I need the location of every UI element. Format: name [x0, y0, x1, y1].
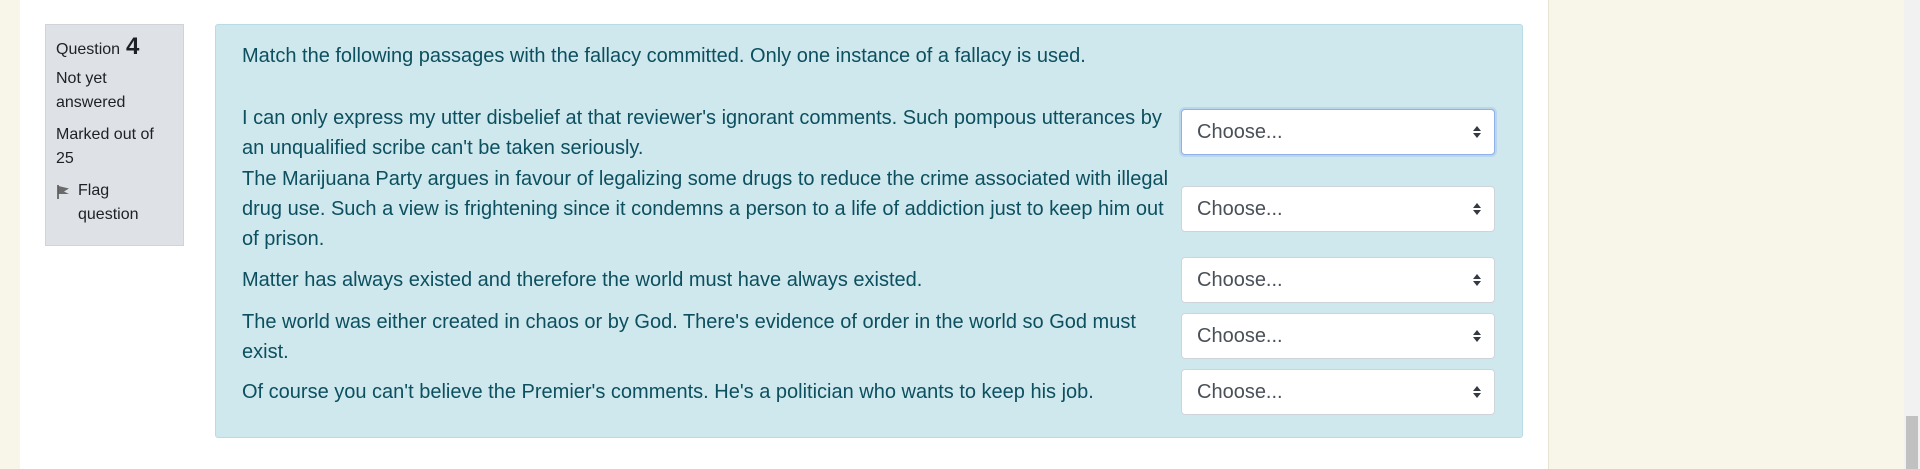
- fallacy-select[interactable]: Choose...: [1181, 109, 1495, 155]
- match-stem: The Marijuana Party argues in favour of …: [242, 168, 1169, 250]
- sort-caret-icon: [1473, 386, 1481, 398]
- select-value: Choose...: [1197, 325, 1283, 347]
- question-number-line: Question 4: [56, 33, 173, 61]
- question-prompt: Match the following passages with the fa…: [242, 45, 1086, 67]
- main-content-panel: Question 4 Not yet answered Marked out o…: [20, 0, 1549, 469]
- flag-question-label: Flag question: [78, 182, 139, 223]
- sort-caret-icon: [1473, 203, 1481, 215]
- match-stem: I can only express my utter disbelief at…: [242, 107, 1162, 159]
- sort-caret-icon: [1473, 330, 1481, 342]
- select-value: Choose...: [1197, 121, 1283, 143]
- match-stem: Matter has always existed and therefore …: [242, 269, 923, 291]
- sort-caret-icon: [1473, 126, 1481, 138]
- sort-caret-icon: [1473, 274, 1481, 286]
- question-info-panel: Question 4 Not yet answered Marked out o…: [45, 24, 184, 246]
- question-label: Question: [56, 41, 121, 58]
- select-value: Choose...: [1197, 381, 1283, 403]
- flag-icon: [57, 185, 69, 199]
- match-stem: The world was either created in chaos or…: [242, 311, 1136, 363]
- match-stem: Of course you can't believe the Premier'…: [242, 381, 1094, 403]
- right-margin-area: [1549, 0, 1904, 469]
- question-status: Not yet answered: [56, 70, 126, 111]
- left-gutter: [0, 0, 21, 469]
- fallacy-select[interactable]: Choose...: [1181, 369, 1495, 415]
- fallacy-select[interactable]: Choose...: [1181, 186, 1495, 232]
- select-value: Choose...: [1197, 269, 1283, 291]
- question-marks: Marked out of 25: [56, 126, 154, 167]
- page-scrollbar[interactable]: [1904, 0, 1920, 469]
- scrollbar-thumb[interactable]: [1906, 416, 1918, 469]
- question-number: 4: [126, 33, 140, 60]
- question-content: Match the following passages with the fa…: [215, 24, 1523, 438]
- flag-question-link[interactable]: Flag question: [56, 179, 173, 227]
- select-value: Choose...: [1197, 198, 1283, 220]
- fallacy-select[interactable]: Choose...: [1181, 257, 1495, 303]
- fallacy-select[interactable]: Choose...: [1181, 313, 1495, 359]
